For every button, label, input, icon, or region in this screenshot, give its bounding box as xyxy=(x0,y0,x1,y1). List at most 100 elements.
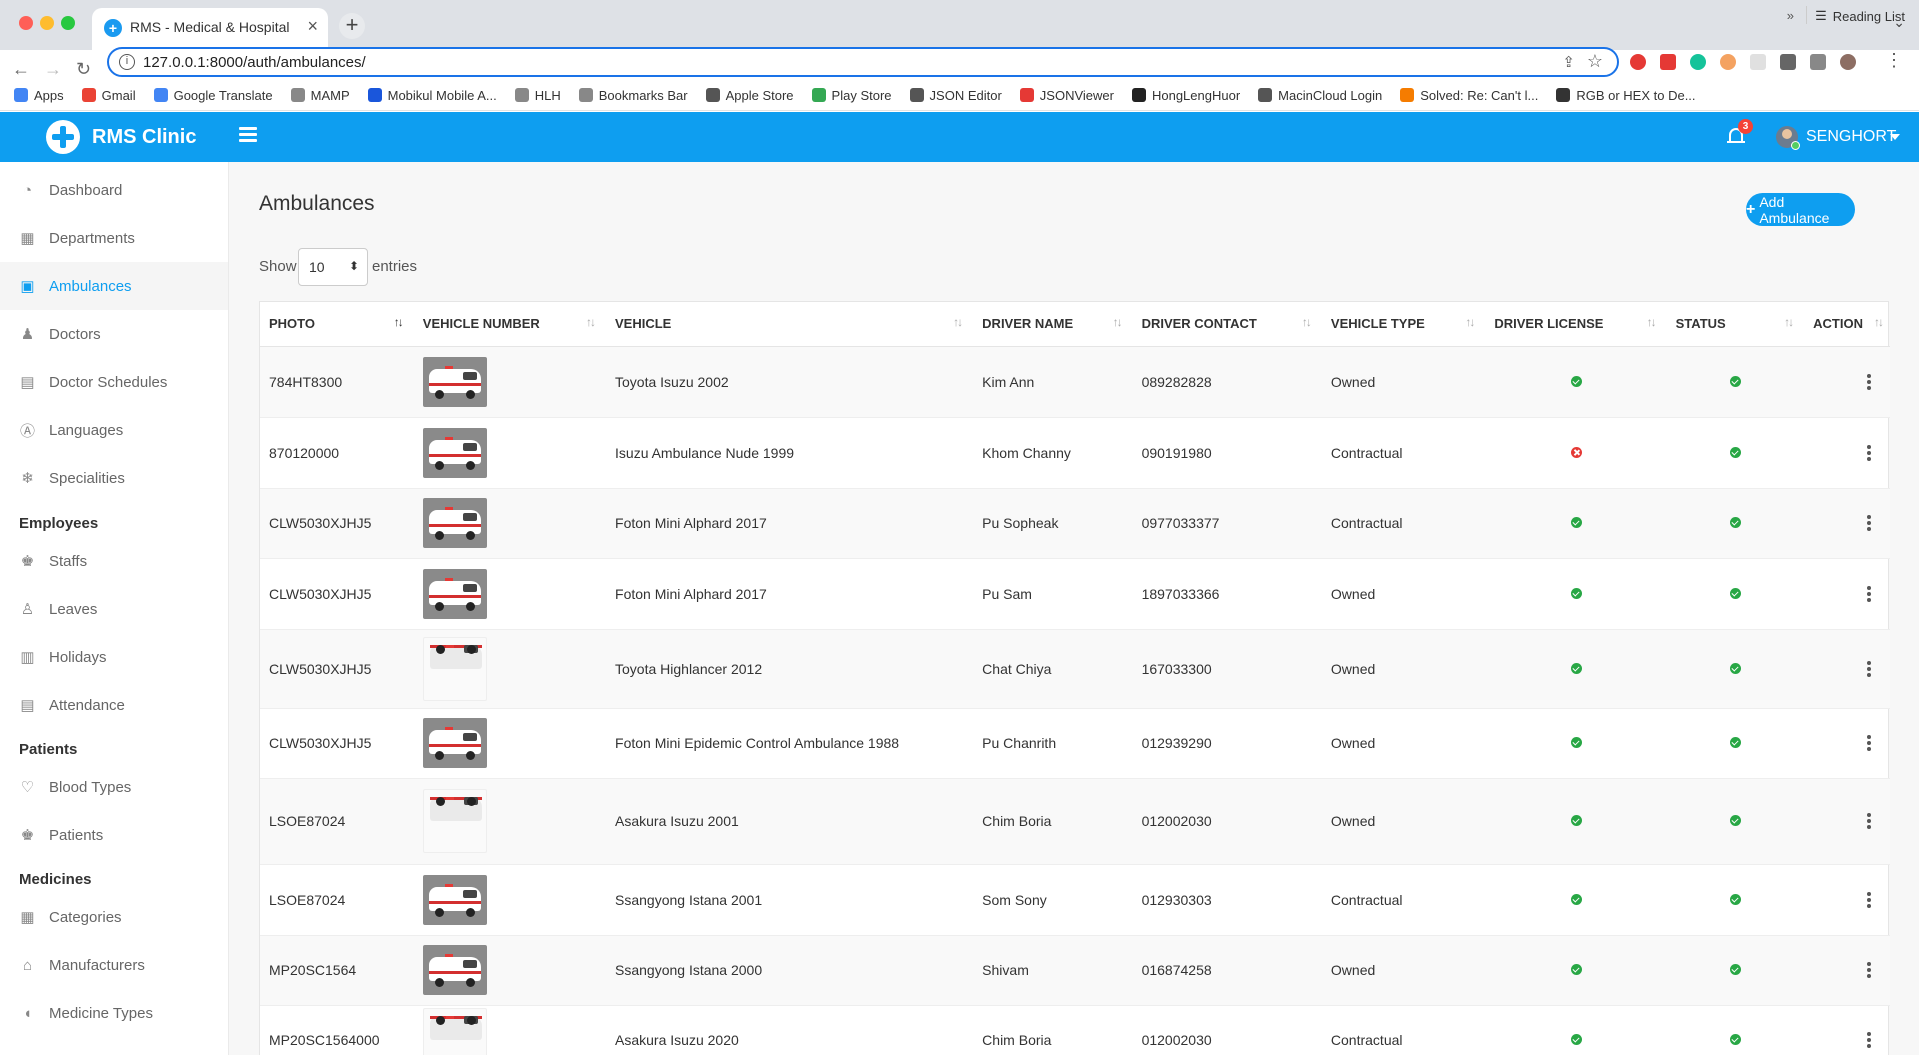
table-row[interactable]: LSOE87024 Ssangyong Istana 2001 Som Sony 01… xyxy=(260,864,1890,936)
new-tab-button[interactable]: + xyxy=(339,13,365,39)
sort-icon[interactable]: ↑↓ xyxy=(1113,315,1123,329)
extension-icon[interactable] xyxy=(1720,54,1736,70)
adblock-icon[interactable] xyxy=(1660,54,1676,70)
ambulance-photo[interactable] xyxy=(422,789,487,853)
reload-icon[interactable]: ↻ xyxy=(76,59,91,80)
extension-icon[interactable] xyxy=(1750,54,1766,70)
menu-toggle-icon[interactable] xyxy=(239,127,257,142)
tab-close-icon[interactable]: × xyxy=(307,16,318,37)
add-ambulance-button[interactable]: + Add Ambulance xyxy=(1746,193,1855,226)
table-row[interactable]: CLW5030XJHJ5 Toyota Highlancer 2012 Chat C… xyxy=(260,629,1890,709)
column-header-status[interactable]: STATUS ↑↓ xyxy=(1666,302,1805,347)
bookmark-item[interactable]: Bookmarks Bar xyxy=(578,88,688,103)
table-row[interactable]: MP20SC1564 Ssangyong Istana 2000 Shivam 016… xyxy=(260,935,1890,1006)
table-row[interactable]: CLW5030XJHJ5 Foton Mini Alphard 2017 Pu Sa… xyxy=(260,558,1890,630)
bookmark-item[interactable]: Gmail xyxy=(81,88,136,103)
bookmark-item[interactable]: Play Store xyxy=(811,88,892,103)
ambulance-photo[interactable] xyxy=(422,718,487,768)
sidebar-item-manufacturers[interactable]: ⌂ Manufacturers xyxy=(0,941,228,989)
reading-list-button[interactable]: ☰ Reading List xyxy=(1815,8,1905,24)
more-actions-icon[interactable] xyxy=(1867,585,1871,602)
bookmark-item[interactable]: JSON Editor xyxy=(909,88,1002,103)
ambulance-photo[interactable] xyxy=(422,945,487,995)
column-header-vehicle[interactable]: VEHICLE ↑↓ xyxy=(606,302,974,347)
bookmark-item[interactable]: Apps xyxy=(14,88,64,103)
bookmark-item[interactable]: HLH xyxy=(514,88,561,103)
sidebar-item-medicine-types[interactable]: ◖ Medicine Types xyxy=(0,989,228,1037)
more-bookmarks-icon[interactable]: » xyxy=(1787,8,1794,23)
url-text[interactable]: 127.0.0.1:8000/auth/ambulances/ xyxy=(143,54,366,71)
column-header-driver-contact[interactable]: DRIVER CONTACT ↑↓ xyxy=(1132,302,1322,347)
ambulance-photo[interactable] xyxy=(422,568,487,619)
ambulance-photo[interactable] xyxy=(422,427,487,478)
back-icon[interactable]: ← xyxy=(12,59,30,80)
bookmark-item[interactable]: JSONViewer xyxy=(1019,88,1114,103)
bookmark-item[interactable]: HongLengHuor xyxy=(1131,88,1240,103)
more-actions-icon[interactable] xyxy=(1867,373,1871,390)
column-header-driver-name[interactable]: DRIVER NAME ↑↓ xyxy=(973,302,1133,347)
column-header-driver-license[interactable]: DRIVER LICENSE ↑↓ xyxy=(1485,302,1667,347)
sidebar-item-categories[interactable]: ▦ Categories xyxy=(0,893,228,941)
column-header-photo[interactable]: PHOTO ↑↓ xyxy=(260,302,414,347)
bookmark-item[interactable]: RGB or HEX to De... xyxy=(1556,88,1696,103)
bookmark-item[interactable]: Mobikul Mobile A... xyxy=(367,88,497,103)
sort-icon[interactable]: ↑↓ xyxy=(1874,315,1884,329)
sort-icon[interactable]: ↑↓ xyxy=(1647,315,1657,329)
column-header-action[interactable]: ACTION ↑↓ xyxy=(1804,302,1890,347)
sidebar-item-patients[interactable]: ♚ Patients xyxy=(0,811,228,859)
address-bar[interactable]: i 127.0.0.1:8000/auth/ambulances/ ⇪ ☆ xyxy=(107,47,1619,77)
close-window-button[interactable] xyxy=(19,16,33,30)
ambulance-photo[interactable] xyxy=(422,874,487,925)
sort-icon[interactable]: ↑↓ xyxy=(394,315,404,329)
sidebar-item-attendance[interactable]: ▤ Attendance xyxy=(0,681,228,729)
sidebar-item-blood-types[interactable]: ♡ Blood Types xyxy=(0,763,228,811)
sidebar-item-ambulances[interactable]: ▣ Ambulances xyxy=(0,262,228,310)
sort-icon[interactable]: ↑↓ xyxy=(1784,315,1794,329)
user-name[interactable]: SENGHORT xyxy=(1806,128,1896,146)
maximize-window-button[interactable] xyxy=(61,16,75,30)
sidebar-item-leaves[interactable]: ♙ Leaves xyxy=(0,585,228,633)
minimize-window-button[interactable] xyxy=(40,16,54,30)
ambulance-photo[interactable] xyxy=(422,498,487,548)
table-row[interactable]: CLW5030XJHJ5 Foton Mini Epidemic Control … xyxy=(260,708,1890,779)
forward-icon[interactable]: → xyxy=(44,59,62,80)
more-actions-icon[interactable] xyxy=(1867,962,1871,978)
more-actions-icon[interactable] xyxy=(1867,891,1871,908)
sort-icon[interactable]: ↑↓ xyxy=(1302,315,1312,329)
sidebar-item-specialities[interactable]: ❄ Specialities xyxy=(0,454,228,502)
table-row[interactable]: 784HT8300 Toyota Isuzu 2002 Kim Ann 0892828… xyxy=(260,346,1890,418)
sidebar-item-departments[interactable]: ▦ Departments xyxy=(0,214,228,262)
browser-menu-icon[interactable]: ⋮ xyxy=(1885,50,1903,71)
bookmark-item[interactable]: Apple Store xyxy=(705,88,794,103)
bookmark-item[interactable]: MAMP xyxy=(290,88,350,103)
table-row[interactable]: CLW5030XJHJ5 Foton Mini Alphard 2017 Pu So… xyxy=(260,488,1890,559)
more-actions-icon[interactable] xyxy=(1867,735,1871,751)
more-actions-icon[interactable] xyxy=(1867,515,1871,531)
bookmark-star-icon[interactable]: ☆ xyxy=(1587,51,1603,72)
sidebar-item-doctor-schedules[interactable]: ▤ Doctor Schedules xyxy=(0,358,228,406)
ambulance-photo[interactable] xyxy=(422,356,487,407)
browser-tab[interactable]: + RMS - Medical & Hospital × xyxy=(92,8,328,50)
sort-icon[interactable]: ↑↓ xyxy=(1465,315,1475,329)
profile-icon[interactable] xyxy=(1840,54,1856,70)
column-header-vehicle-number[interactable]: VEHICLE NUMBER ↑↓ xyxy=(413,302,607,347)
ambulance-photo[interactable] xyxy=(422,636,487,701)
more-actions-icon[interactable] xyxy=(1867,1032,1871,1048)
table-row[interactable]: 870120000 Isuzu Ambulance Nude 1999 Khom C… xyxy=(260,417,1890,489)
ambulance-photo[interactable] xyxy=(422,1008,487,1055)
chevron-down-icon[interactable] xyxy=(1890,134,1900,140)
sidebar-item-staffs[interactable]: ♚ Staffs xyxy=(0,537,228,585)
table-row[interactable]: LSOE87024 Asakura Isuzu 2001 Chim Boria 012… xyxy=(260,778,1890,865)
bookmark-item[interactable]: Google Translate xyxy=(153,88,273,103)
site-info-icon[interactable]: i xyxy=(119,54,135,70)
sort-icon[interactable]: ↑↓ xyxy=(586,315,596,329)
extension-icon[interactable] xyxy=(1630,54,1646,70)
sort-icon[interactable]: ↑↓ xyxy=(953,315,963,329)
more-actions-icon[interactable] xyxy=(1867,813,1871,829)
brand[interactable]: RMS Clinic xyxy=(0,112,229,162)
more-actions-icon[interactable] xyxy=(1867,660,1871,677)
grammarly-icon[interactable] xyxy=(1690,54,1706,70)
puzzle-icon[interactable] xyxy=(1780,54,1796,70)
entries-select[interactable]: 10 xyxy=(298,248,368,286)
bookmark-item[interactable]: MacinCloud Login xyxy=(1258,88,1382,103)
